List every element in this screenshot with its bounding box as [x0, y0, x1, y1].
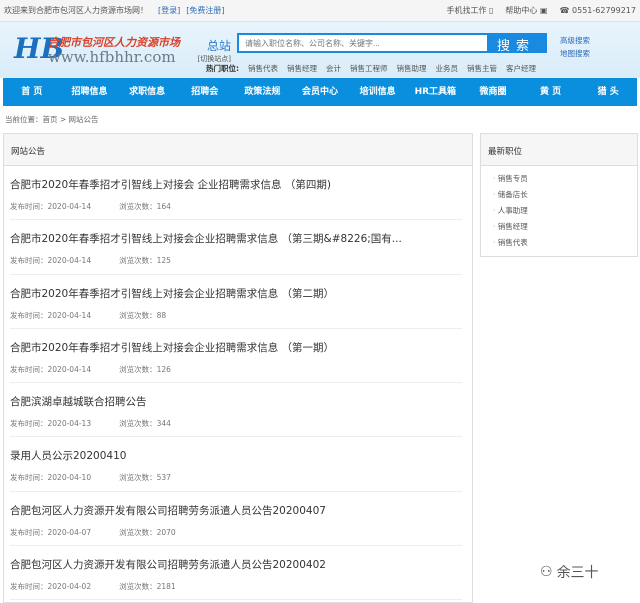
job-link[interactable]: 储备店长 — [493, 187, 625, 203]
hot-job-link[interactable]: 销售主管 — [467, 63, 497, 74]
publish-date: 发布时间：2020-04-14 — [10, 365, 91, 374]
hot-job-link[interactable]: 业务员 — [436, 63, 459, 74]
search-links: 高级搜索 地图搜索 — [560, 34, 590, 60]
announcement-item: 录用人员公示20200410 发布时间：2020-04-10 浏览次数：537 — [10, 437, 462, 491]
announcement-meta: 发布时间：2020-04-14 浏览次数：164 — [10, 201, 462, 212]
announcement-item: 合肥包河区人力资源开发有限公司招聘劳务派遣人员公告20200402 发布时间：20… — [10, 546, 462, 600]
job-link[interactable]: 人事助理 — [493, 203, 625, 219]
announcement-title-link[interactable]: 录用人员公示20200410 — [10, 448, 462, 463]
job-link[interactable]: 销售经理 — [493, 219, 625, 235]
hotline: ☎ 0551-62799217 — [560, 6, 636, 15]
publish-date: 发布时间：2020-04-10 — [10, 473, 91, 482]
job-link[interactable]: 销售专员 — [493, 171, 625, 187]
nav-resumes[interactable]: 求职信息 — [118, 78, 176, 106]
site-switcher[interactable]: 总站 [切换站点] — [165, 37, 231, 64]
announcement-meta: 发布时间：2020-04-02 浏览次数：2181 — [10, 581, 462, 592]
mobile-job-link[interactable]: 手机找工作 ▯ — [446, 5, 493, 16]
announcement-item: 合肥包河区人力资源开发有限公司招聘劳务派遣人员公告20200407 发布时间：20… — [10, 492, 462, 546]
login-link[interactable]: [登录] — [158, 5, 180, 16]
view-count: 浏览次数：2181 — [119, 582, 176, 591]
announcement-title-link[interactable]: 合肥市2020年春季招才引智线上对接会企业招聘需求信息 （第二期） — [10, 286, 462, 301]
job-link[interactable]: 销售代表 — [493, 235, 625, 251]
watermark: ⚇余三十 — [540, 562, 599, 582]
logo-url: www.hfbhhr.com — [48, 48, 176, 66]
site-name: 总站 — [165, 37, 231, 54]
view-count: 浏览次数：126 — [119, 365, 171, 374]
panel-title: 网站公告 — [4, 134, 472, 166]
announcement-meta: 发布时间：2020-04-13 浏览次数：344 — [10, 418, 462, 429]
hot-job-link[interactable]: 会计 — [326, 63, 341, 74]
hot-jobs-label: 热门职位: — [206, 63, 239, 74]
announcement-meta: 发布时间：2020-04-07 浏览次数：2070 — [10, 527, 462, 538]
announcement-meta: 发布时间：2020-04-14 浏览次数：126 — [10, 364, 462, 375]
view-count: 浏览次数：164 — [119, 202, 171, 211]
welcome-text: 欢迎来到合肥市包河区人力资源市场网！ — [4, 5, 148, 16]
search-input[interactable] — [239, 35, 487, 51]
publish-date: 发布时间：2020-04-13 — [10, 419, 91, 428]
nav-yellow-pages[interactable]: 黄 页 — [522, 78, 580, 106]
side-title: 最新职位 — [481, 134, 637, 166]
site-logo[interactable]: HB 合肥市包河区人力资源市场 www.hfbhhr.com — [10, 28, 185, 70]
advanced-search-link[interactable]: 高级搜索 — [560, 34, 590, 47]
hot-job-link[interactable]: 销售经理 — [287, 63, 317, 74]
hot-job-link[interactable]: 销售工程师 — [350, 63, 388, 74]
view-count: 浏览次数：2070 — [119, 528, 176, 537]
nav-jobs[interactable]: 招聘信息 — [61, 78, 119, 106]
announcement-item: 合肥市2020年春季招才引智线上对接会企业招聘需求信息 （第二期） 发布时间：20… — [10, 275, 462, 329]
view-count: 浏览次数：125 — [119, 256, 171, 265]
announcement-title-link[interactable]: 合肥包河区人力资源开发有限公司招聘劳务派遣人员公告20200402 — [10, 557, 462, 572]
search-box: 搜索 — [237, 33, 547, 53]
hot-job-link[interactable]: 销售代表 — [248, 63, 278, 74]
nav-hr-tools[interactable]: HR工具箱 — [406, 78, 464, 106]
map-search-link[interactable]: 地图搜索 — [560, 47, 590, 60]
announcement-item: 合肥市2020年春季招才引智线上对接会企业招聘需求信息 （第三期&#8226;国… — [10, 220, 462, 274]
publish-date: 发布时间：2020-04-14 — [10, 311, 91, 320]
nav-member[interactable]: 会员中心 — [291, 78, 349, 106]
nav-micro[interactable]: 微商圈 — [464, 78, 522, 106]
announcement-meta: 发布时间：2020-04-14 浏览次数：88 — [10, 310, 462, 321]
publish-date: 发布时间：2020-04-02 — [10, 582, 91, 591]
register-link[interactable]: [免费注册] — [186, 5, 224, 16]
announcement-item: 合肥市2020年春季招才引智线上对接会企业招聘需求信息 （第一期） 发布时间：20… — [10, 329, 462, 383]
publish-date: 发布时间：2020-04-14 — [10, 256, 91, 265]
latest-jobs-panel: 最新职位 销售专员 储备店长 人事助理 销售经理 销售代表 — [480, 133, 638, 257]
announcement-meta: 发布时间：2020-04-14 浏览次数：125 — [10, 255, 462, 266]
nav-job-fair[interactable]: 招聘会 — [176, 78, 234, 106]
nav-policy[interactable]: 政策法规 — [234, 78, 292, 106]
breadcrumb: 当前位置：首页 > 网站公告 — [0, 106, 640, 133]
watermark-text: 余三十 — [557, 562, 599, 582]
announcements-panel: 网站公告 合肥市2020年春季招才引智线上对接会 企业招聘需求信息 （第四期) 发… — [3, 133, 473, 603]
announcement-title-link[interactable]: 合肥市2020年春季招才引智线上对接会企业招聘需求信息 （第一期） — [10, 340, 462, 355]
announcement-meta: 发布时间：2020-04-10 浏览次数：537 — [10, 472, 462, 483]
hot-job-link[interactable]: 销售助理 — [397, 63, 427, 74]
nav-headhunter[interactable]: 猎 头 — [579, 78, 637, 106]
mobile-job-label: 手机找工作 — [446, 6, 486, 15]
view-count: 浏览次数：537 — [119, 473, 171, 482]
help-icon: ▣ — [540, 6, 548, 15]
wechat-icon: ⚇ — [540, 564, 553, 580]
announcement-item: 合肥滨湖卓越城联合招聘公告发布时间：2020-04-13 浏览次数：344 — [10, 383, 462, 437]
publish-date: 发布时间：2020-04-14 — [10, 202, 91, 211]
main-nav: 首 页 招聘信息 求职信息 招聘会 政策法规 会员中心 培训信息 HR工具箱 微… — [3, 78, 637, 106]
hot-jobs: 热门职位: 销售代表 销售经理 会计 销售工程师 销售助理 业务员 销售主管 客… — [206, 63, 536, 74]
view-count: 浏览次数：344 — [119, 419, 171, 428]
announcement-title-link[interactable]: 合肥市2020年春季招才引智线上对接会 企业招聘需求信息 （第四期) — [10, 177, 462, 192]
help-label: 帮助中心 — [505, 6, 537, 15]
top-bar: 欢迎来到合肥市包河区人力资源市场网！ [登录] [免费注册] 手机找工作 ▯ 帮… — [0, 0, 640, 22]
search-button[interactable]: 搜索 — [487, 35, 545, 51]
nav-training[interactable]: 培训信息 — [349, 78, 407, 106]
nav-home[interactable]: 首 页 — [3, 78, 61, 106]
hot-job-link[interactable]: 客户经理 — [506, 63, 536, 74]
publish-date: 发布时间：2020-04-07 — [10, 528, 91, 537]
help-link[interactable]: 帮助中心 ▣ — [505, 5, 547, 16]
view-count: 浏览次数：88 — [119, 311, 166, 320]
announcement-title-link[interactable]: 合肥市2020年春季招才引智线上对接会企业招聘需求信息 （第三期&#8226;国… — [10, 231, 462, 246]
announcement-title-link[interactable]: 合肥包河区人力资源开发有限公司招聘劳务派遣人员公告20200407 — [10, 503, 462, 518]
header: HB 合肥市包河区人力资源市场 www.hfbhhr.com 总站 [切换站点]… — [0, 22, 640, 78]
phone-icon: ▯ — [489, 6, 493, 15]
announcement-item: 合肥市2020年春季招才引智线上对接会 企业招聘需求信息 （第四期) 发布时间：2… — [10, 166, 462, 220]
announcement-title-link[interactable]: 合肥滨湖卓越城联合招聘公告 — [10, 394, 462, 409]
